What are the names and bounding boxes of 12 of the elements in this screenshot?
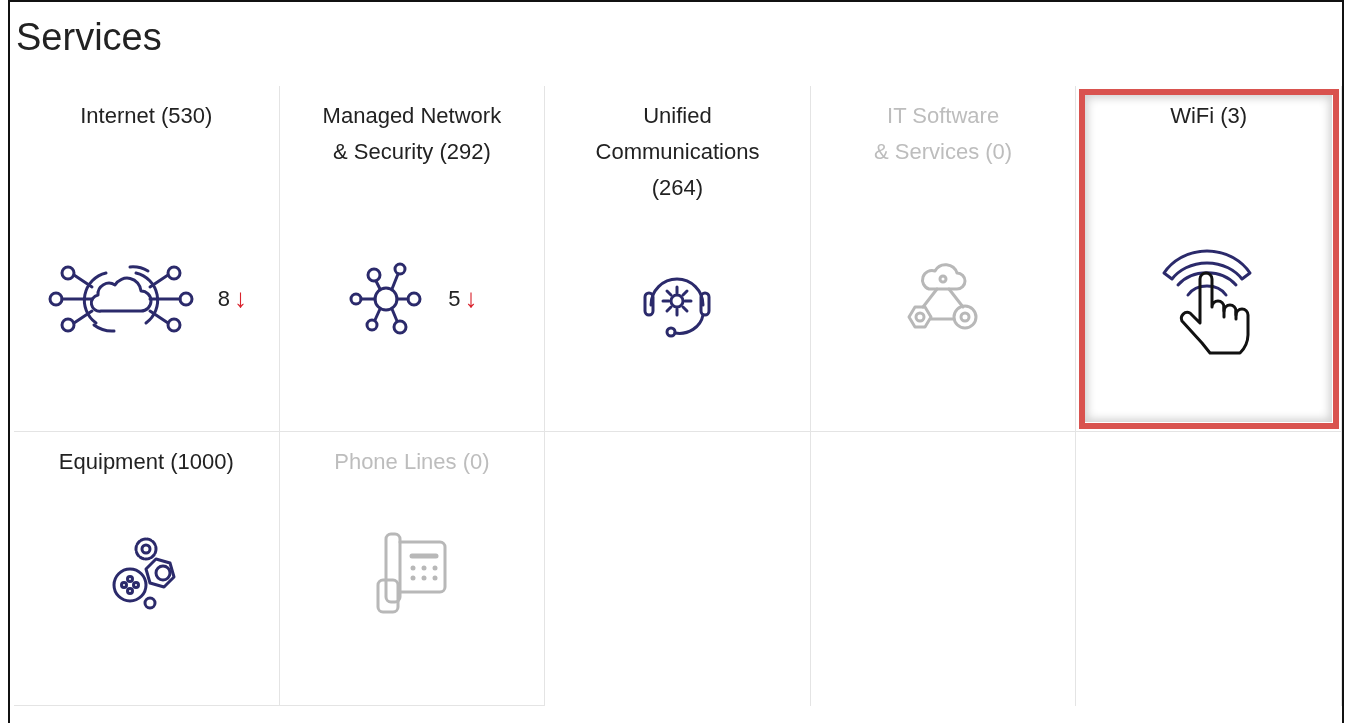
service-label: Phone Lines (0) bbox=[334, 448, 490, 476]
alert-count: 5 bbox=[448, 285, 461, 312]
alert-count: 8 bbox=[217, 285, 230, 312]
service-label: Equipment (1000) bbox=[58, 448, 234, 476]
down-arrow-icon: ↓ bbox=[233, 283, 247, 314]
service-label: Unified Communications (264) bbox=[595, 102, 760, 202]
section-title: Services bbox=[15, 15, 163, 60]
service-label: WiFi (3) bbox=[1170, 102, 1248, 130]
service-label: Internet (530) bbox=[80, 102, 213, 130]
down-arrow-icon: ↓ bbox=[464, 283, 478, 314]
service-label: Managed Network & Security (292) bbox=[322, 102, 502, 166]
service-label: IT Software & Services (0) bbox=[874, 102, 1013, 166]
